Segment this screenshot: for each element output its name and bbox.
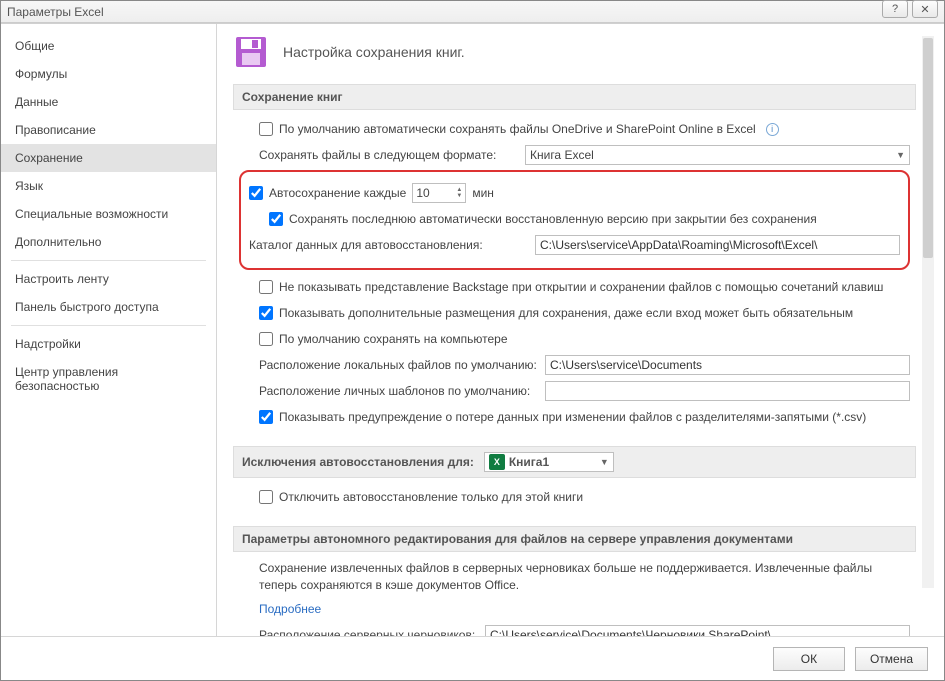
sidebar-item-language[interactable]: Язык [1,172,216,200]
input-autorecover-dir[interactable]: C:\Users\service\AppData\Roaming\Microso… [535,235,900,255]
dropdown-workbook-value: Книга1 [509,455,549,469]
row-no-backstage: Не показывать представление Backstage пр… [239,276,910,298]
row-templates: Расположение личных шаблонов по умолчани… [239,380,910,402]
help-button[interactable]: ? [882,0,908,18]
titlebar-controls: ? ✕ [882,0,938,18]
row-drafts-desc: Сохранение извлеченных файлов в серверны… [239,560,910,594]
cancel-button[interactable]: Отмена [855,647,928,671]
sidebar-item-data[interactable]: Данные [1,88,216,116]
row-keep-last: Сохранять последнюю автоматически восста… [249,208,900,230]
row-local-files: Расположение локальных файлов по умолчан… [239,354,910,376]
sidebar-item-customize-ribbon[interactable]: Настроить ленту [1,265,216,293]
link-learn-more[interactable]: Подробнее [259,602,321,616]
dropdown-workbook[interactable]: X Книга1 ▼ [484,452,614,472]
input-templates[interactable] [545,381,910,401]
section-offline-editing-body: Сохранение извлеченных файлов в серверны… [233,560,916,636]
page-header: Настройка сохранения книг. [233,34,916,70]
content-area: Общие Формулы Данные Правописание Сохран… [1,23,944,636]
save-floppy-icon [233,34,269,70]
checkbox-csv-warning[interactable] [259,410,273,424]
row-learn-more: Подробнее [239,598,910,620]
checkbox-save-local[interactable] [259,332,273,346]
label-csv-warning: Показывать предупреждение о потере данны… [279,410,866,424]
row-csv-warning: Показывать предупреждение о потере данны… [239,406,910,428]
row-save-format: Сохранять файлы в следующем формате: Кни… [239,144,910,166]
label-keep-last: Сохранять последнюю автоматически восста… [289,212,817,226]
window-title: Параметры Excel [7,5,104,19]
sidebar: Общие Формулы Данные Правописание Сохран… [1,24,217,636]
sidebar-item-accessibility[interactable]: Специальные возможности [1,200,216,228]
checkbox-autosave-cloud[interactable] [259,122,273,136]
checkbox-disable-autorecover[interactable] [259,490,273,504]
label-drafts-desc: Сохранение извлеченных файлов в серверны… [259,560,899,594]
label-autosave-every: Автосохранение каждые [269,186,406,200]
chevron-down-icon: ▼ [896,150,905,160]
sidebar-item-proofing[interactable]: Правописание [1,116,216,144]
dialog-footer: ОК Отмена [1,636,944,680]
label-server-drafts: Расположение серверных черновиков: [259,628,479,636]
row-autosave-every: Автосохранение каждые 10 ▲▼ мин [249,182,900,204]
label-minutes-unit: мин [472,186,494,200]
sidebar-item-advanced[interactable]: Дополнительно [1,228,216,256]
chevron-down-icon: ▼ [600,457,609,467]
row-autosave-cloud: По умолчанию автоматически сохранять фай… [239,118,910,140]
input-server-drafts[interactable]: C:\Users\service\Documents\Черновики Sha… [485,625,910,636]
checkbox-no-backstage[interactable] [259,280,273,294]
sidebar-item-trust-center[interactable]: Центр управления безопасностью [1,358,216,400]
close-button[interactable]: ✕ [912,0,938,18]
dropdown-save-format-value: Книга Excel [530,148,594,162]
page-title: Настройка сохранения книг. [283,44,465,60]
excel-options-window: Параметры Excel ? ✕ Общие Формулы Данные… [0,0,945,681]
highlight-autorecover-box: Автосохранение каждые 10 ▲▼ мин Сохранят… [239,170,910,270]
checkbox-autosave-every[interactable] [249,186,263,200]
label-templates: Расположение личных шаблонов по умолчани… [259,384,539,398]
section-autorecover-exceptions-header: Исключения автовосстановления для: X Кни… [233,446,916,478]
scrollbar-vertical[interactable] [922,36,934,588]
spinner-arrows-icon[interactable]: ▲▼ [456,187,462,199]
sidebar-item-addins[interactable]: Надстройки [1,330,216,358]
dropdown-save-format[interactable]: Книга Excel ▼ [525,145,910,165]
spinner-value: 10 [416,186,456,200]
row-autorecover-dir: Каталог данных для автовосстановления: C… [249,234,900,256]
sidebar-divider-2 [11,325,206,326]
checkbox-keep-last[interactable] [269,212,283,226]
sidebar-item-quick-access[interactable]: Панель быстрого доступа [1,293,216,321]
row-disable-autorecover: Отключить автовосстановление только для … [239,486,910,508]
row-server-drafts: Расположение серверных черновиков: C:\Us… [239,624,910,636]
label-local-files: Расположение локальных файлов по умолчан… [259,358,539,372]
label-no-backstage: Не показывать представление Backstage пр… [279,280,883,294]
titlebar: Параметры Excel ? ✕ [1,1,944,23]
scrollbar-thumb[interactable] [923,38,933,258]
sidebar-item-formulas[interactable]: Формулы [1,60,216,88]
sidebar-item-save[interactable]: Сохранение [1,144,216,172]
label-show-additional: Показывать дополнительные размещения для… [279,306,853,320]
spinner-autosave-minutes[interactable]: 10 ▲▼ [412,183,466,203]
section-offline-editing-header: Параметры автономного редактирования для… [233,526,916,552]
sidebar-divider [11,260,206,261]
main-panel: Настройка сохранения книг. Сохранение кн… [217,24,944,636]
input-local-files[interactable]: C:\Users\service\Documents [545,355,910,375]
section-autorecover-exceptions-title: Исключения автовосстановления для: [242,455,474,469]
sidebar-item-general[interactable]: Общие [1,32,216,60]
label-autosave-cloud: По умолчанию автоматически сохранять фай… [279,122,756,136]
row-save-local: По умолчанию сохранять на компьютере [239,328,910,350]
excel-file-icon: X [489,454,505,470]
label-save-format: Сохранять файлы в следующем формате: [259,148,519,162]
label-save-local: По умолчанию сохранять на компьютере [279,332,508,346]
checkbox-show-additional[interactable] [259,306,273,320]
label-disable-autorecover: Отключить автовосстановление только для … [279,490,583,504]
label-autorecover-dir: Каталог данных для автовосстановления: [249,238,529,252]
ok-button[interactable]: ОК [773,647,845,671]
info-icon[interactable]: i [766,123,779,136]
section-autorecover-exceptions-body: Отключить автовосстановление только для … [233,486,916,516]
row-show-additional: Показывать дополнительные размещения для… [239,302,910,324]
section-save-books-body: По умолчанию автоматически сохранять фай… [233,118,916,436]
section-save-books-header: Сохранение книг [233,84,916,110]
